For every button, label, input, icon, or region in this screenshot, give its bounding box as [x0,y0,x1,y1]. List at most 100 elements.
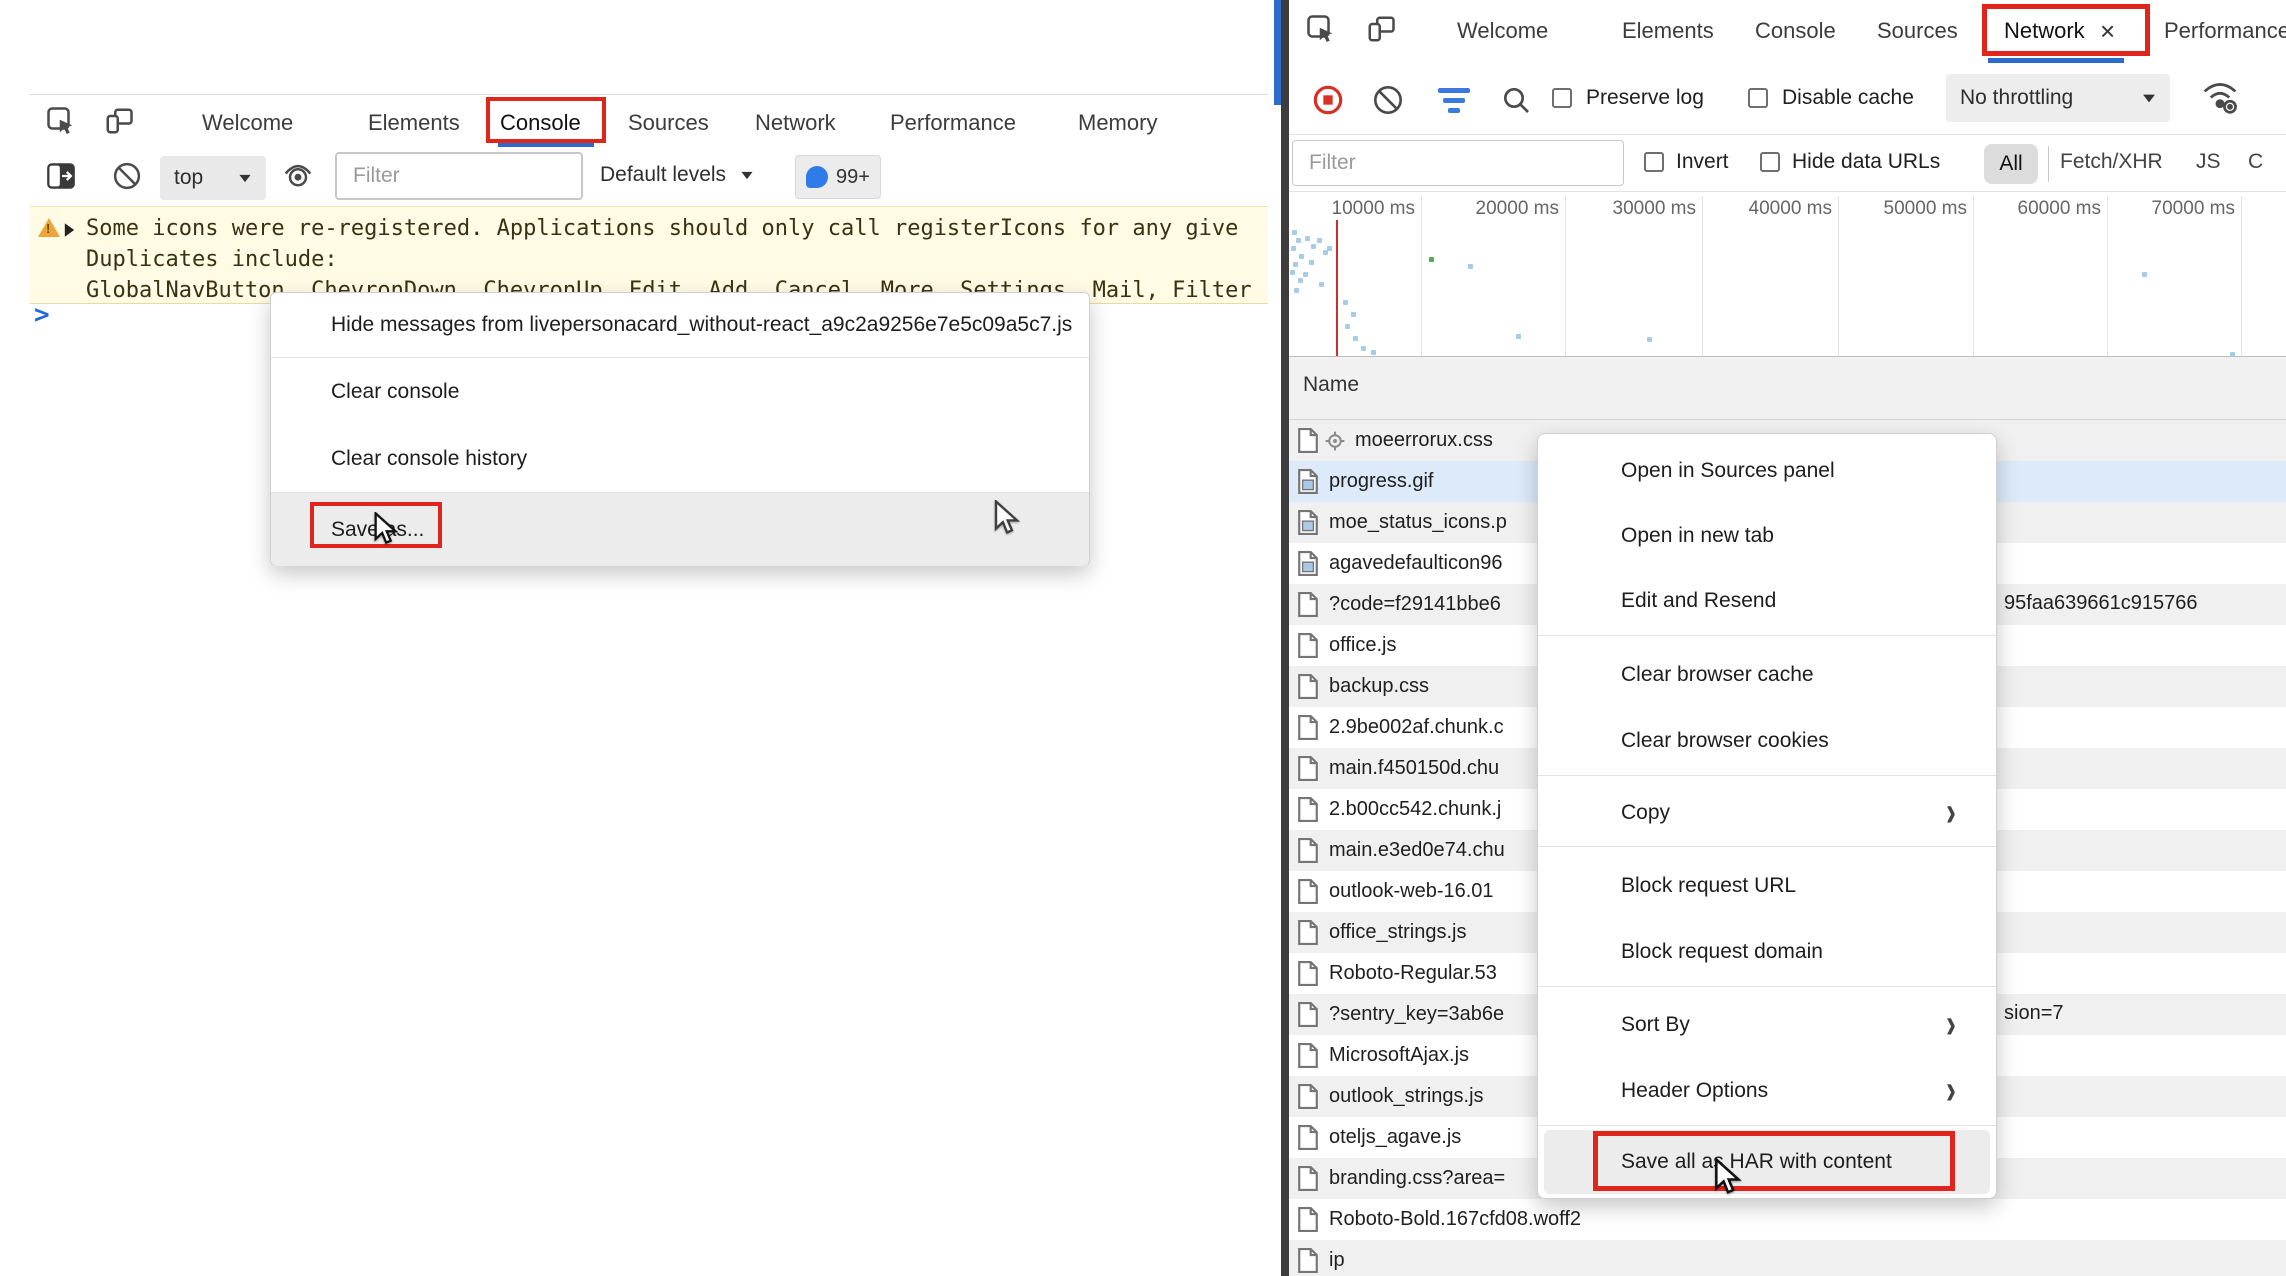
request-timing-dot [1327,246,1332,251]
menu-item-clear-console-history[interactable]: Clear console history [271,426,1089,492]
left-tabbar-top-border [30,94,1268,95]
mouse-cursor [1712,1158,1746,1201]
save-har-annotation-box [1593,1131,1955,1191]
disable-cache-checkbox[interactable] [1748,88,1768,108]
request-timing-dot [1468,264,1473,269]
network-overview-timeline[interactable]: 10000 ms20000 ms30000 ms40000 ms50000 ms… [1289,192,2286,356]
network-tab-annotation-box [1982,4,2150,56]
issues-badge[interactable]: 99+ [795,155,881,199]
menu-separator [1538,775,1996,776]
record-network-log-icon[interactable] [1312,84,1344,121]
menu-item-edit-and-resend[interactable]: Edit and Resend [1538,568,1996,633]
log-levels-dropdown[interactable]: Default levels [600,163,754,187]
timeline-gridline [1421,196,1422,356]
filter-pill-all[interactable]: All [1984,144,2038,184]
context-selector-value: top [174,166,203,190]
menu-item-header-options[interactable]: Header Options › [1538,1058,1996,1124]
filter-pill-css-clipped[interactable]: C [2248,150,2263,174]
request-timing-dot [1292,230,1297,235]
menu-item-block-request-domain[interactable]: Block request domain [1538,919,1996,985]
request-timing-dot [1305,236,1310,241]
toolbar-bottom-border [1289,134,2286,135]
left-tab-performance[interactable]: Performance [890,110,1016,136]
table-row[interactable]: Roboto-Bold.167cfd08.woff2 [1289,1199,2286,1240]
console-tab-annotation-box [486,97,606,143]
request-name: MicrosoftAjax.js [1329,1044,1469,1067]
request-timing-dot [1361,346,1366,351]
menu-item-hide-messages[interactable]: Hide messages from livepersonacard_witho… [271,293,1089,357]
menu-item-block-request-url[interactable]: Block request URL [1538,853,1996,919]
console-tab-active-underline [498,143,594,147]
left-tab-sources[interactable]: Sources [628,110,709,136]
throttling-dropdown[interactable]: No throttling [1946,74,2170,122]
menu-item-open-in-new-tab[interactable]: Open in new tab [1538,503,1996,568]
request-timing-dot [1351,312,1356,317]
menu-item-open-in-sources[interactable]: Open in Sources panel [1538,438,1996,503]
clear-network-log-icon[interactable] [1372,84,1404,121]
right-tab-elements[interactable]: Elements [1622,18,1714,44]
left-tab-network[interactable]: Network [755,110,836,136]
request-timing-dot [1294,288,1299,293]
warning-line-2: Duplicates include: [86,245,338,275]
left-tab-elements[interactable]: Elements [368,110,460,136]
request-timing-dot [1311,244,1316,249]
left-tab-memory[interactable]: Memory [1078,110,1157,136]
log-levels-label: Default levels [600,163,726,187]
menu-item-sort-by[interactable]: Sort By › [1538,992,1996,1058]
request-name: moe_status_icons.p [1329,511,1507,534]
menu-separator [1538,986,1996,987]
timeline-gridline [1702,196,1703,356]
menu-item-clear-console[interactable]: Clear console [271,358,1089,426]
name-column-header[interactable]: Name [1303,373,1359,397]
request-name: agavedefaulticon96 [1329,552,1502,575]
device-toolbar-icon[interactable] [1366,14,1396,49]
request-timing-dot [1293,262,1298,267]
inspect-icon[interactable] [1306,14,1336,49]
preserve-log-checkbox[interactable] [1552,88,1572,108]
chevron-down-icon [2143,94,2155,102]
search-icon[interactable] [1500,84,1532,121]
request-name: moeerrorux.css [1355,429,1493,452]
console-filter-input[interactable]: Filter [335,152,583,200]
request-timing-dot [1343,300,1348,305]
expand-arrow-icon[interactable] [65,223,74,237]
warning-icon: ! [38,218,60,237]
console-filter-placeholder: Filter [353,164,400,188]
device-toolbar-icon[interactable] [104,106,134,141]
request-timing-dot [1298,278,1303,283]
filter-pill-divider [2048,146,2049,182]
table-row[interactable]: ip [1289,1240,2286,1276]
timeline-gridline [1565,196,1566,356]
live-expression-eye-icon[interactable] [282,162,314,195]
filter-funnel-icon[interactable] [1438,88,1470,113]
request-timing-dot [1429,257,1434,262]
console-prompt-chevron[interactable]: > [34,300,50,330]
console-sidebar-icon[interactable] [46,162,76,195]
context-selector[interactable]: top [160,156,266,200]
menu-item-clear-browser-cookies[interactable]: Clear browser cookies [1538,708,1996,774]
network-conditions-icon[interactable] [2200,76,2240,121]
submenu-chevron-icon: › [1946,1070,1956,1112]
menu-item-copy[interactable]: Copy › [1538,781,1996,845]
message-bubble-icon [806,166,828,188]
network-filter-input[interactable]: Filter [1292,140,1624,186]
clear-console-icon[interactable] [112,161,142,196]
timeline-tick-label: 40000 ms [1712,198,1832,220]
invert-checkbox[interactable] [1644,152,1664,172]
timeline-tick-label: 70000 ms [2115,198,2235,220]
menu-item-clear-browser-cache[interactable]: Clear browser cache [1538,642,1996,708]
request-name: progress.gif [1329,470,1434,493]
left-tab-welcome[interactable]: Welcome [202,110,293,136]
warning-line-1: Some icons were re-registered. Applicati… [86,214,1238,244]
filter-pill-js[interactable]: JS [2196,150,2221,174]
request-name: Roboto-Bold.167cfd08.woff2 [1329,1208,1581,1231]
hide-data-urls-checkbox[interactable] [1760,152,1780,172]
request-name: Roboto-Regular.53 [1329,962,1497,985]
timeline-tick-label: 60000 ms [1981,198,2101,220]
right-tab-sources[interactable]: Sources [1877,18,1958,44]
right-tab-performance[interactable]: Performance [2164,18,2286,44]
right-tab-welcome[interactable]: Welcome [1457,18,1548,44]
right-tab-console[interactable]: Console [1755,18,1836,44]
filter-pill-fetch-xhr[interactable]: Fetch/XHR [2060,150,2163,174]
inspect-icon[interactable] [46,106,76,141]
